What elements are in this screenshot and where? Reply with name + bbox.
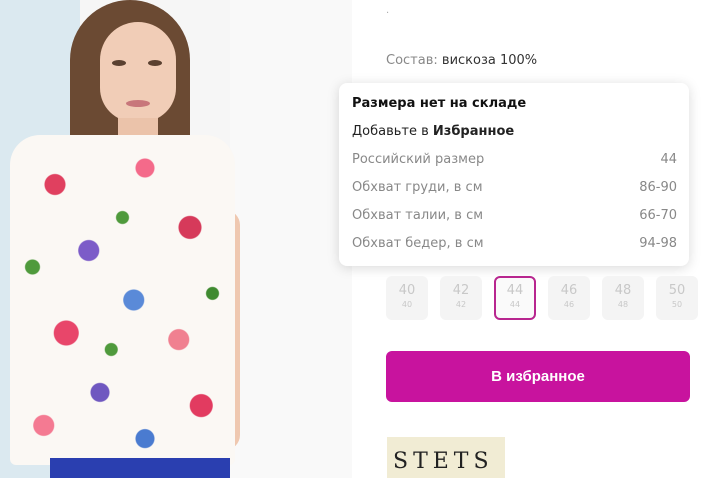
photo-background-right bbox=[230, 0, 352, 478]
size-row-value: 86-90 bbox=[639, 180, 677, 195]
size-main-label: 50 bbox=[668, 283, 686, 298]
model-eye-right bbox=[148, 60, 162, 66]
size-option-42[interactable]: 42 42 bbox=[440, 276, 482, 320]
size-sub-label: 42 bbox=[455, 300, 467, 309]
size-row-hips: Обхват бедер, в см 94-98 bbox=[352, 236, 677, 256]
out-of-stock-heading: Размера нет на складе bbox=[352, 96, 527, 111]
brand-logo-text: STETS bbox=[393, 449, 494, 474]
size-sub-label: 50 bbox=[671, 300, 683, 309]
favorites-link[interactable]: Избранное bbox=[433, 124, 514, 139]
size-main-label: 40 bbox=[398, 283, 416, 298]
composition-info: Состав: вискоза 100% bbox=[386, 53, 537, 68]
size-row-value: 94-98 bbox=[639, 236, 677, 251]
size-main-label: 48 bbox=[614, 283, 632, 298]
model-face bbox=[100, 22, 176, 122]
size-option-40[interactable]: 40 40 bbox=[386, 276, 428, 320]
size-option-46[interactable]: 46 46 bbox=[548, 276, 590, 320]
size-row-waist: Обхват талии, в см 66-70 bbox=[352, 208, 677, 228]
add-hint-prefix: Добавьте в bbox=[352, 124, 429, 139]
model-eye-left bbox=[112, 60, 126, 66]
brand-logo[interactable]: STETS bbox=[387, 437, 505, 478]
size-option-44[interactable]: 44 44 bbox=[494, 276, 536, 320]
size-option-50[interactable]: 50 50 bbox=[656, 276, 698, 320]
product-photo[interactable] bbox=[0, 0, 352, 478]
size-row-label: Обхват талии, в см bbox=[352, 208, 484, 223]
composition-label: Состав: bbox=[386, 53, 438, 68]
size-sub-label: 40 bbox=[401, 300, 413, 309]
composition-value: вискоза 100% bbox=[441, 53, 538, 68]
size-row-label: Обхват груди, в см bbox=[352, 180, 483, 195]
add-to-favorites-button[interactable]: В избранное bbox=[386, 351, 690, 402]
size-sub-label: 48 bbox=[617, 300, 629, 309]
size-sub-label: 44 bbox=[509, 300, 521, 309]
model-lips bbox=[126, 100, 150, 107]
size-option-48[interactable]: 48 48 bbox=[602, 276, 644, 320]
size-main-label: 44 bbox=[506, 283, 524, 298]
size-main-label: 42 bbox=[452, 283, 470, 298]
size-row-russian: Российский размер 44 bbox=[352, 152, 677, 172]
blue-skirt bbox=[50, 458, 230, 478]
floral-blouse bbox=[10, 135, 235, 465]
size-tooltip: Размера нет на складе Добавьте в Избранн… bbox=[339, 83, 689, 266]
size-main-label: 46 bbox=[560, 283, 578, 298]
size-sub-label: 46 bbox=[563, 300, 575, 309]
size-row-label: Обхват бедер, в см bbox=[352, 236, 484, 251]
add-to-favorites-hint: Добавьте в Избранное bbox=[352, 124, 514, 139]
size-row-value: 44 bbox=[660, 152, 677, 167]
top-marker: · bbox=[386, 8, 390, 19]
size-row-value: 66-70 bbox=[639, 208, 677, 223]
size-row-label: Российский размер bbox=[352, 152, 485, 167]
size-row-chest: Обхват груди, в см 86-90 bbox=[352, 180, 677, 200]
